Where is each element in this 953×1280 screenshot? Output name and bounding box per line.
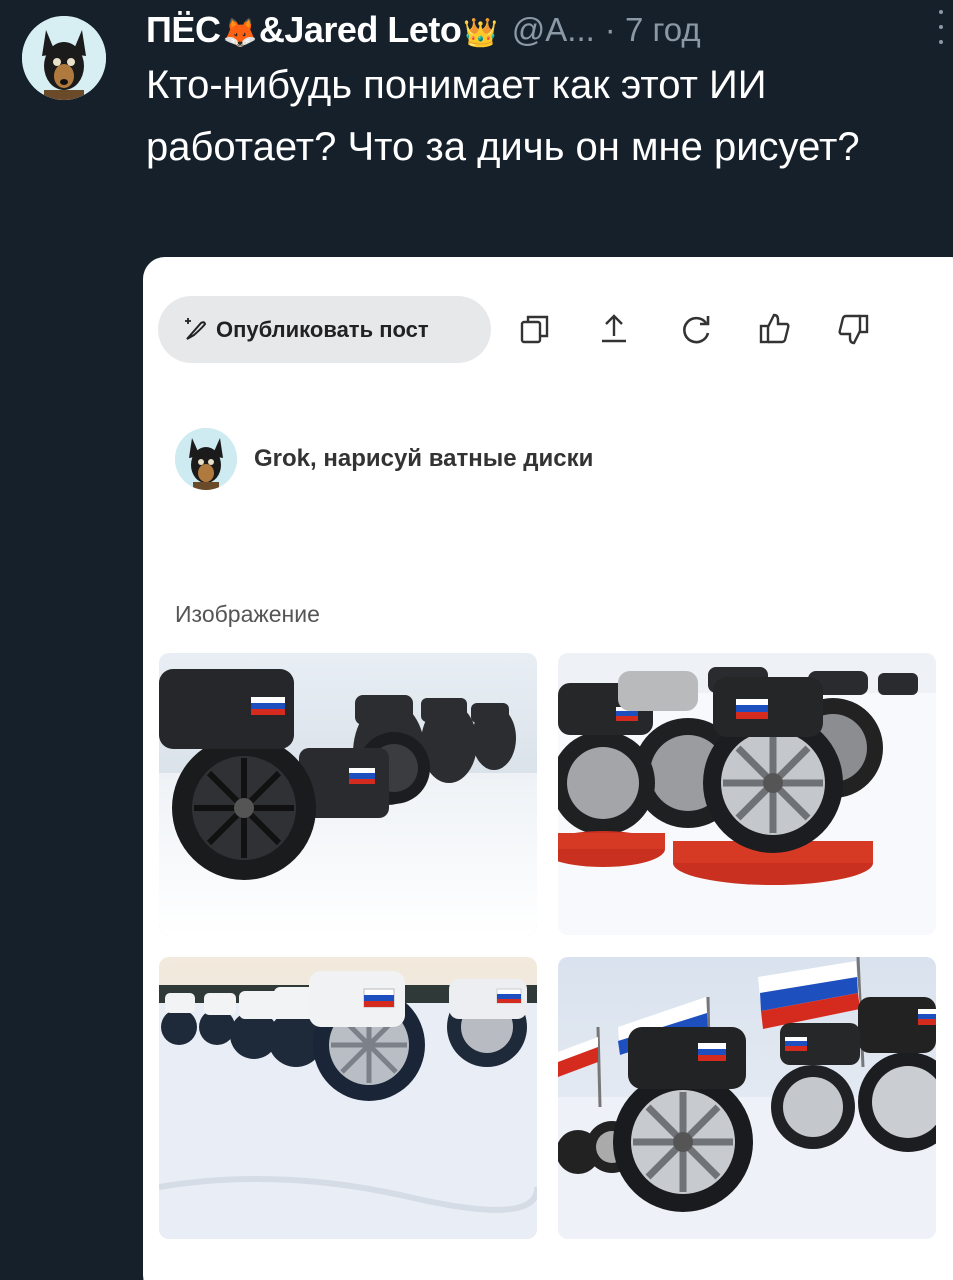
author-name-part2: &Jared Leto xyxy=(258,9,462,50)
tweet-text: Кто-нибудь понимает как этот ИИ работает… xyxy=(146,63,860,169)
thumbs-down-icon[interactable] xyxy=(833,309,873,349)
tweet-header: ПЁС🦊&Jared Leto👑 @A... · 7 год xyxy=(146,6,946,54)
user-avatar xyxy=(175,428,237,490)
author-name-part1: ПЁС xyxy=(146,9,221,50)
publish-post-button[interactable]: Опубликовать пост xyxy=(158,296,491,363)
attached-screenshot[interactable]: Опубликовать пост Grok, нарисуй ватные д… xyxy=(143,257,953,1280)
image-section-label: Изображение xyxy=(175,601,320,627)
regenerate-icon[interactable] xyxy=(676,309,716,349)
author-name[interactable]: ПЁС🦊&Jared Leto👑 xyxy=(146,9,500,51)
tweet-time[interactable]: · 7 год xyxy=(605,11,701,49)
user-prompt: Grok, нарисуй ватные диски xyxy=(254,445,594,472)
feather-pen-icon xyxy=(185,317,207,340)
author-handle[interactable]: @A... xyxy=(512,11,595,49)
author-avatar[interactable] xyxy=(22,16,106,100)
generated-image-4[interactable] xyxy=(558,957,936,1239)
generated-image-3[interactable] xyxy=(159,957,537,1239)
thumbs-up-icon[interactable] xyxy=(755,309,795,349)
generated-image-1[interactable] xyxy=(159,653,537,935)
share-icon[interactable] xyxy=(594,309,634,349)
more-options-icon[interactable] xyxy=(935,10,947,44)
publish-post-label: Опубликовать пост xyxy=(216,316,429,342)
generated-image-2[interactable] xyxy=(558,653,936,935)
crown-emoji: 👑 xyxy=(463,17,498,48)
copy-icon[interactable] xyxy=(515,309,555,349)
fox-emoji: 🦊 xyxy=(222,17,257,48)
